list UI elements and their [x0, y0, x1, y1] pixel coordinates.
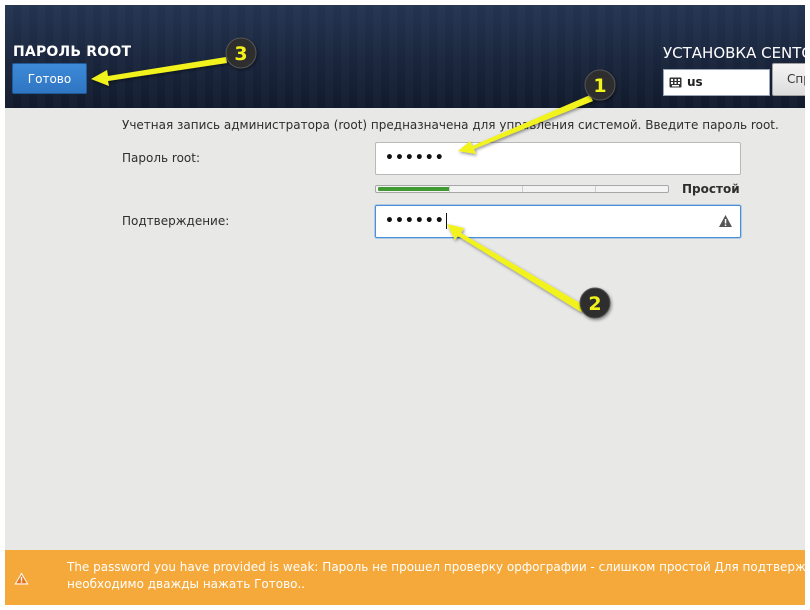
password-strength-bar — [375, 185, 669, 193]
confirm-label: Подтверждение: — [122, 214, 230, 228]
done-button[interactable]: Готово — [12, 63, 87, 94]
warning-icon — [719, 215, 732, 227]
password-strength-label: Простой — [682, 182, 740, 196]
notice-line-2: необходимо дважды нажать Готово.. — [67, 577, 306, 591]
content-area: Учетная запись администратора (root) пре… — [5, 108, 805, 550]
text-caret — [445, 213, 447, 229]
notice-message: The password you have provided is weak: … — [67, 559, 805, 593]
installer-screen: ПАРОЛЬ ROOT Готово УСТАНОВКА CENTO us Сп… — [5, 5, 805, 605]
header-bar: ПАРОЛЬ ROOT Готово УСТАНОВКА CENTO us Сп… — [5, 5, 805, 108]
password-label: Пароль root: — [122, 151, 200, 165]
warning-icon — [14, 572, 29, 585]
keyboard-layout-label: us — [687, 75, 703, 89]
confirm-masked-value: •••••• — [385, 213, 447, 229]
keyboard-icon — [669, 77, 682, 88]
confirm-password-input[interactable]: •••••• — [375, 205, 741, 238]
password-input[interactable]: •••••• — [375, 142, 741, 175]
notice-line-1: The password you have provided is weak: … — [67, 560, 805, 574]
password-strength-fill — [378, 187, 450, 191]
strength-segment-divider — [449, 186, 450, 192]
keyboard-layout-indicator[interactable]: us — [663, 69, 770, 96]
weak-password-notice: The password you have provided is weak: … — [5, 550, 805, 605]
strength-segment-divider — [595, 186, 596, 192]
page-title: ПАРОЛЬ ROOT — [13, 44, 132, 60]
installer-title: УСТАНОВКА CENTO — [663, 44, 805, 62]
password-masked-value: •••••• — [385, 150, 445, 166]
root-description: Учетная запись администратора (root) пре… — [122, 118, 779, 132]
help-button[interactable]: Спр — [772, 63, 805, 96]
strength-segment-divider — [522, 186, 523, 192]
